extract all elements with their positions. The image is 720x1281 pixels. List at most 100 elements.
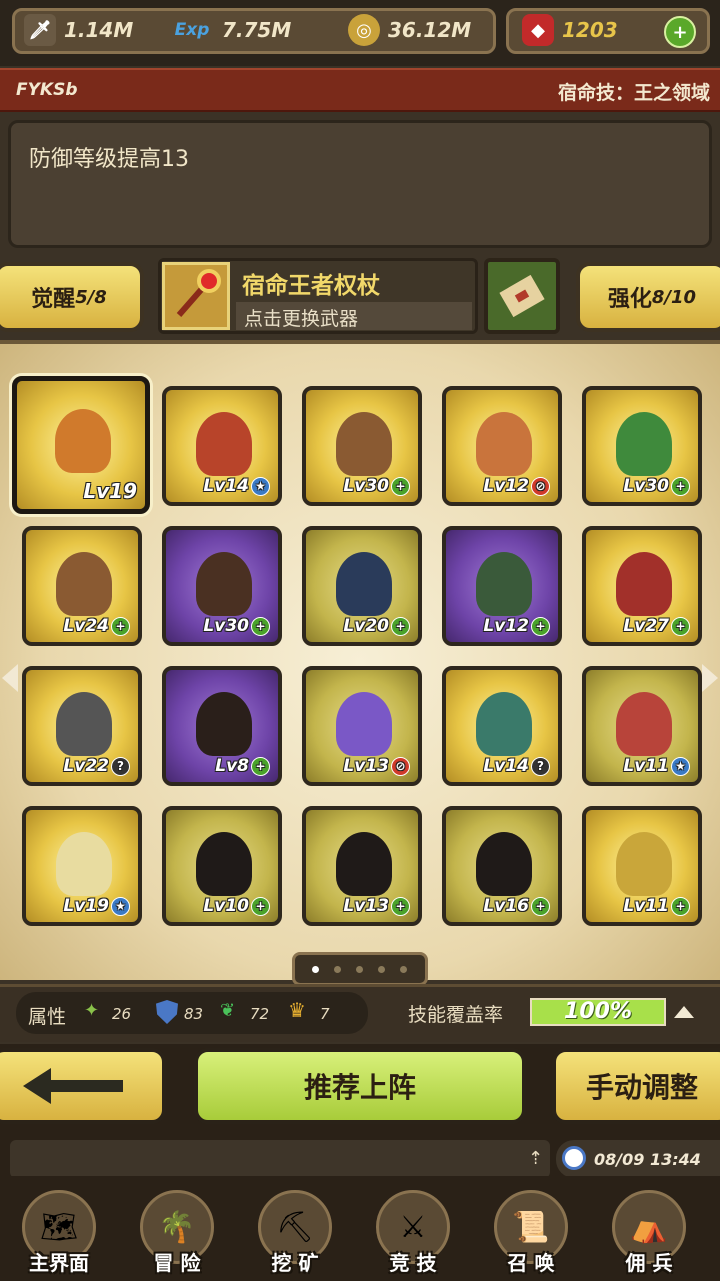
hero-level-text: Lv30 xyxy=(203,616,249,636)
pagination-dot[interactable] xyxy=(312,966,319,973)
pagination-dot[interactable] xyxy=(356,966,363,973)
hero-level-text: Lv27 xyxy=(623,616,669,636)
datetime: 08/09 13:44 xyxy=(594,1150,701,1169)
hero-portrait xyxy=(476,552,532,616)
hero-portrait xyxy=(196,832,252,896)
hero-tile[interactable]: Lv12 + xyxy=(442,526,562,646)
hero-tile[interactable]: Lv24 + xyxy=(22,526,142,646)
chat-input[interactable] xyxy=(10,1140,550,1178)
hero-tile[interactable]: Lv11 ★ xyxy=(582,666,702,786)
nav-label: 召 唤 xyxy=(507,1251,555,1275)
defense-value: 83 xyxy=(184,1005,204,1023)
gold-coin-icon: ◎ xyxy=(348,14,380,46)
hero-tile[interactable]: Lv30 + xyxy=(302,386,422,506)
hero-level-text: Lv14 xyxy=(203,476,249,496)
hero-tile[interactable]: Lv19 xyxy=(12,376,150,514)
hero-status-plus-icon: + xyxy=(671,896,690,916)
awaken-value: 5/8 xyxy=(75,286,107,308)
fate-skill-label: 宿命技：王之领域 xyxy=(557,82,710,104)
hero-tile[interactable]: Lv13 ⊘ xyxy=(302,666,422,786)
gold-value: 36.12M xyxy=(388,18,472,42)
hero-status-question-icon: ? xyxy=(531,756,550,776)
nav-item[interactable]: 🌴 冒 险 xyxy=(122,1190,232,1280)
recommend-lineup-button[interactable]: 推荐上阵 xyxy=(194,1048,526,1124)
enhance-button[interactable]: 强化 8/10 xyxy=(576,262,720,332)
pagination-dot[interactable] xyxy=(334,966,341,973)
attack-value: 1.14M xyxy=(64,18,134,42)
weapon-hint[interactable]: 点击更换武器 xyxy=(244,304,358,331)
hero-tile[interactable]: Lv13 + xyxy=(302,806,422,926)
awaken-label: 觉醒 xyxy=(31,287,76,312)
hero-level-text: Lv20 xyxy=(343,616,389,636)
hero-portrait xyxy=(476,832,532,896)
hero-tile[interactable]: Lv10 + xyxy=(162,806,282,926)
weapon-name: 宿命王者权杖 xyxy=(242,273,380,299)
hero-level-text: Lv13 xyxy=(343,896,389,916)
back-button[interactable] xyxy=(0,1048,166,1124)
wing-icon: ❦ xyxy=(220,1000,236,1021)
hero-status-plus-icon: + xyxy=(531,896,550,916)
manual-adjust-button[interactable]: 手动调整 xyxy=(552,1048,720,1124)
hero-level: Lv19 xyxy=(83,479,137,503)
nav-item[interactable]: ⚔ 竞 技 xyxy=(358,1190,468,1280)
hero-level: Lv30 + xyxy=(623,476,690,496)
hero-level-text: Lv19 xyxy=(63,896,109,916)
chat-expand-icon[interactable]: ⇡ xyxy=(528,1148,543,1169)
pagination-dot[interactable] xyxy=(400,966,407,973)
exp-icon: Exp xyxy=(174,20,210,40)
hero-level: Lv13 + xyxy=(343,896,410,916)
nav-label: 主界面 xyxy=(29,1251,89,1275)
awaken-button[interactable]: 觉醒 5/8 xyxy=(0,262,144,332)
scroll-icon[interactable] xyxy=(484,258,560,334)
coverage-label: 技能覆盖率 xyxy=(408,1004,504,1026)
hero-tile[interactable]: Lv22? xyxy=(22,666,142,786)
hero-level: Lv22? xyxy=(63,756,130,776)
sword-icon: 🗡 xyxy=(24,14,56,46)
hero-portrait xyxy=(336,412,392,476)
hero-portrait xyxy=(196,552,252,616)
hero-tile[interactable]: Lv27 + xyxy=(582,526,702,646)
hero-name: FYKSb xyxy=(16,80,78,100)
hero-level: Lv16 + xyxy=(483,896,550,916)
hero-tile[interactable]: Lv12 ⊘ xyxy=(442,386,562,506)
hero-tile[interactable]: Lv8 + xyxy=(162,666,282,786)
hero-tile[interactable]: Lv30 + xyxy=(162,526,282,646)
attribute-label: 属性 xyxy=(28,1006,67,1028)
crown-value: 7 xyxy=(320,1005,330,1023)
hero-tile[interactable]: Lv19 ★ xyxy=(22,806,142,926)
hero-portrait xyxy=(56,552,112,616)
hero-portrait xyxy=(196,692,252,756)
clock-icon xyxy=(562,1146,586,1170)
nav-item[interactable]: 🗺 主界面 xyxy=(4,1190,114,1280)
pagination-dot[interactable] xyxy=(378,966,385,973)
hero-tile[interactable]: Lv20 + xyxy=(302,526,422,646)
hero-status-star-icon: ★ xyxy=(111,896,130,916)
enhance-label: 强化 xyxy=(607,287,652,312)
nav-label: 竞 技 xyxy=(389,1251,437,1275)
hero-level-text: Lv11 xyxy=(623,896,669,916)
hero-tile[interactable]: Lv16 + xyxy=(442,806,562,926)
hero-level-text: Lv8 xyxy=(215,756,249,776)
hero-level: Lv8 + xyxy=(215,756,270,776)
hero-portrait xyxy=(476,692,532,756)
hero-level-text: Lv13 xyxy=(343,756,389,776)
hero-tile[interactable]: Lv14? xyxy=(442,666,562,786)
nav-label: 佣 兵 xyxy=(625,1251,673,1275)
hero-tile[interactable]: Lv14 ★ xyxy=(162,386,282,506)
hero-level-text: Lv10 xyxy=(203,896,249,916)
hero-tile[interactable]: Lv30 + xyxy=(582,386,702,506)
hero-portrait xyxy=(616,552,672,616)
coverage-value: 100% xyxy=(564,999,632,1024)
hero-status-plus-icon: + xyxy=(111,616,130,636)
hero-status-star-icon: ★ xyxy=(251,476,270,496)
hero-portrait xyxy=(476,412,532,476)
hero-portrait xyxy=(616,692,672,756)
hero-level: Lv11 ★ xyxy=(623,756,690,776)
nav-item[interactable]: ⛺ 佣 兵 xyxy=(594,1190,704,1280)
crown-icon: ♛ xyxy=(288,998,306,1022)
nav-item[interactable]: ⛏ 挖 矿 xyxy=(240,1190,350,1280)
add-gems-button[interactable]: + xyxy=(664,16,696,48)
nav-item[interactable]: 📜 召 唤 xyxy=(476,1190,586,1280)
hero-tile[interactable]: Lv11 + xyxy=(582,806,702,926)
hero-level: Lv12 + xyxy=(483,616,550,636)
